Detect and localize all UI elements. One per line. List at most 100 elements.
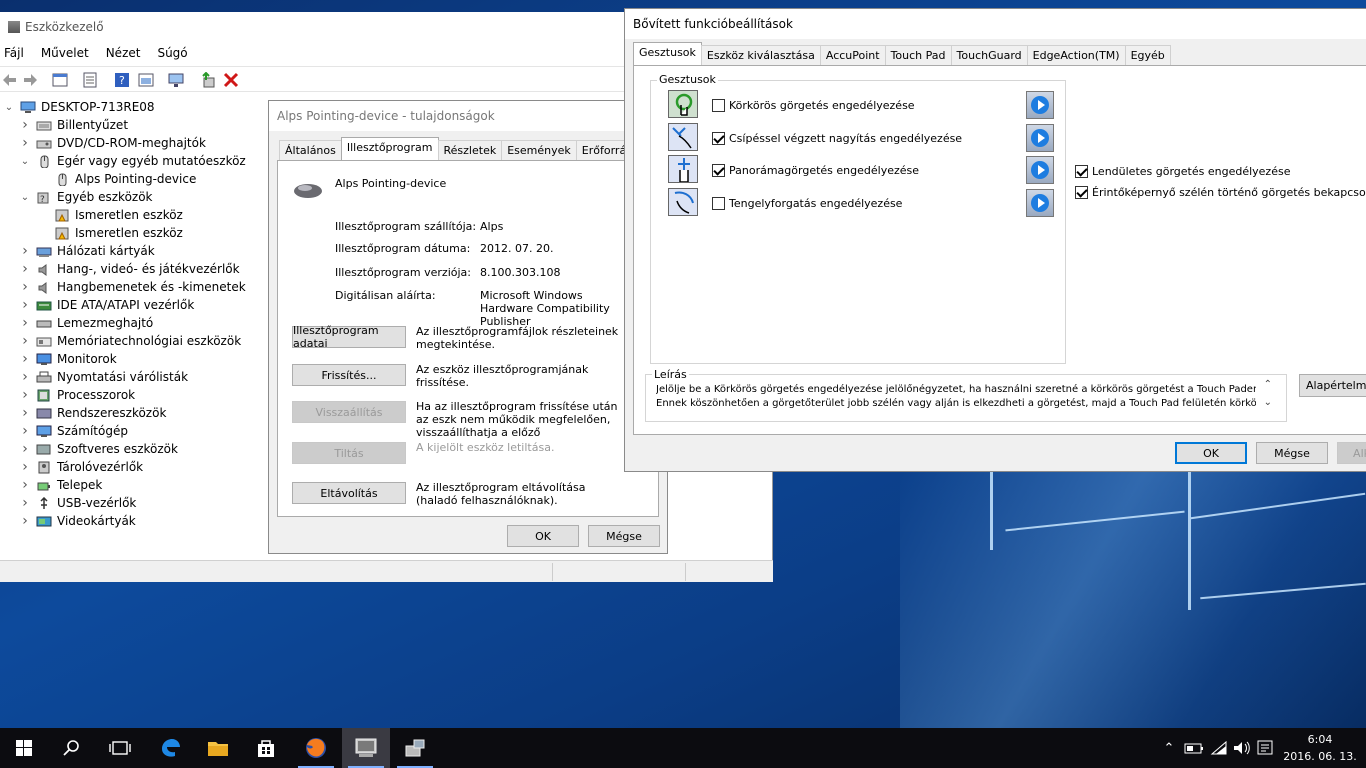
advanced-apply-button[interactable]: Alk	[1337, 442, 1366, 464]
tab-touchguard[interactable]: TouchGuard	[950, 45, 1028, 65]
tree-item[interactable]: › Hálózati kártyák	[20, 242, 155, 260]
gesture-checkbox[interactable]	[712, 99, 725, 112]
tab-driver[interactable]: Illesztőprogram	[340, 137, 439, 160]
store-button[interactable]	[242, 728, 290, 768]
gesture-checkbox[interactable]	[712, 197, 725, 210]
menu-view[interactable]: Nézet	[106, 46, 141, 60]
uninstall-icon[interactable]	[223, 72, 239, 88]
chevron-right-icon[interactable]: ›	[20, 261, 30, 277]
tree-item[interactable]: Ismeretlen eszköz	[38, 206, 183, 224]
chevron-right-icon[interactable]: ›	[20, 441, 30, 457]
play-demo-button[interactable]	[1026, 156, 1054, 184]
tab-touch-pad[interactable]: Touch Pad	[884, 45, 952, 65]
wifi-icon[interactable]	[1210, 740, 1230, 756]
description-scroll-down[interactable]: ⌄	[1264, 397, 1272, 408]
chevron-right-icon[interactable]: ›	[20, 459, 30, 475]
update-driver-button[interactable]: Frissítés...	[292, 364, 406, 386]
play-demo-button[interactable]	[1026, 189, 1054, 217]
tree-item[interactable]: Ismeretlen eszköz	[38, 224, 183, 242]
tab-details[interactable]: Részletek	[437, 140, 503, 160]
gesture-checkbox[interactable]	[712, 164, 725, 177]
tree-item[interactable]: › USB-vezérlők	[20, 494, 136, 512]
rollback-driver-button[interactable]: Visszaállítás	[292, 401, 406, 423]
control-app-taskbar-button[interactable]	[391, 728, 439, 768]
driver-details-button[interactable]: Illesztőprogram adatai	[292, 324, 406, 350]
search-button[interactable]	[48, 728, 96, 768]
tree-item[interactable]: › Számítógép	[20, 422, 128, 440]
tab-general[interactable]: Általános	[279, 140, 342, 160]
advanced-ok-button[interactable]: OK	[1175, 442, 1247, 464]
chevron-right-icon[interactable]: ›	[20, 369, 30, 385]
device-manager-taskbar-button[interactable]	[342, 728, 390, 768]
tab-events[interactable]: Események	[501, 140, 577, 160]
chevron-right-icon[interactable]: ›	[20, 513, 30, 529]
gesture-option[interactable]: Tengelyforgatás engedélyezése	[712, 197, 902, 210]
tree-item[interactable]: › Memóriatechnológiai eszközök	[20, 332, 241, 350]
notifications-button[interactable]	[1360, 728, 1366, 768]
chevron-right-icon[interactable]: ›	[20, 387, 30, 403]
disable-device-button[interactable]: Tiltás	[292, 442, 406, 464]
chevron-down-icon[interactable]: ⌄	[4, 102, 14, 113]
menu-action[interactable]: Művelet	[41, 46, 89, 60]
advanced-cancel-button[interactable]: Mégse	[1256, 442, 1328, 464]
chevron-right-icon[interactable]: ›	[20, 117, 30, 133]
side-option-checkbox[interactable]	[1075, 186, 1088, 199]
firefox-button[interactable]	[292, 728, 340, 768]
file-explorer-button[interactable]	[194, 728, 242, 768]
menu-file[interactable]: Fájl	[4, 46, 24, 60]
tree-item[interactable]: › DVD/CD-ROM-meghajtók	[20, 134, 206, 152]
side-option[interactable]: Lendületes görgetés engedélyezése	[1075, 165, 1290, 178]
chevron-right-icon[interactable]: ›	[20, 495, 30, 511]
tree-item[interactable]: › IDE ATA/ATAPI vezérlők	[20, 296, 194, 314]
tree-root[interactable]: ⌄ DESKTOP-713RE08	[4, 98, 155, 116]
tab-edgeaction[interactable]: EdgeAction(TM)	[1026, 45, 1126, 65]
properties-cancel-button[interactable]: Mégse	[588, 525, 660, 547]
tree-item[interactable]: ⌄? Egyéb eszközök	[20, 188, 153, 206]
tree-item[interactable]: › Monitorok	[20, 350, 116, 368]
volume-icon[interactable]	[1232, 740, 1252, 756]
chevron-right-icon[interactable]: ›	[20, 243, 30, 259]
back-arrow-icon[interactable]	[2, 72, 18, 88]
scan-hardware-icon[interactable]	[168, 72, 186, 88]
show-hidden-icon[interactable]	[138, 72, 154, 88]
tree-item[interactable]: › Telepek	[20, 476, 102, 494]
chevron-right-icon[interactable]: ›	[20, 297, 30, 313]
tree-item[interactable]: › Billentyűzet	[20, 116, 128, 134]
chevron-down-icon[interactable]: ⌄	[20, 192, 30, 203]
uninstall-button[interactable]: Eltávolítás	[292, 482, 406, 504]
forward-arrow-icon[interactable]	[22, 72, 38, 88]
tree-item[interactable]: Alps Pointing-device	[38, 170, 196, 188]
list-view-icon[interactable]	[82, 72, 98, 88]
edge-browser-button[interactable]	[146, 728, 194, 768]
chevron-up-icon[interactable]: ⌃	[1160, 741, 1178, 756]
gesture-option[interactable]: Körkörös görgetés engedélyezése	[712, 99, 915, 112]
gesture-checkbox[interactable]	[712, 132, 725, 145]
tree-item[interactable]: › Nyomtatási várólisták	[20, 368, 188, 386]
tree-item[interactable]: › Processzorok	[20, 386, 135, 404]
start-button[interactable]	[0, 728, 48, 768]
chevron-right-icon[interactable]: ›	[20, 333, 30, 349]
battery-icon[interactable]	[1184, 741, 1206, 755]
tab-other[interactable]: Egyéb	[1124, 45, 1171, 65]
description-scroll-up[interactable]: ⌃	[1264, 379, 1272, 390]
chevron-right-icon[interactable]: ›	[20, 279, 30, 295]
side-option-checkbox[interactable]	[1075, 165, 1088, 178]
properties-view-icon[interactable]	[52, 72, 68, 88]
chevron-right-icon[interactable]: ›	[20, 315, 30, 331]
input-language-icon[interactable]	[1256, 740, 1276, 756]
tree-item[interactable]: › Szoftveres eszközök	[20, 440, 178, 458]
menu-help[interactable]: Súgó	[157, 46, 187, 60]
chevron-right-icon[interactable]: ›	[20, 405, 30, 421]
chevron-right-icon[interactable]: ›	[20, 135, 30, 151]
tree-item[interactable]: › Rendszereszközök	[20, 404, 166, 422]
tree-item[interactable]: ⌄ Egér vagy egyéb mutatóeszköz	[20, 152, 246, 170]
tab-accupoint[interactable]: AccuPoint	[819, 45, 886, 65]
gesture-option[interactable]: Csípéssel végzett nagyítás engedélyezése	[712, 132, 962, 145]
clock[interactable]: 6:04 2016. 06. 13.	[1280, 731, 1360, 765]
gesture-option[interactable]: Panorámagörgetés engedélyezése	[712, 164, 919, 177]
tree-item[interactable]: › Tárolóvezérlők	[20, 458, 143, 476]
tree-item[interactable]: › Videokártyák	[20, 512, 136, 530]
update-driver-icon[interactable]	[200, 72, 216, 88]
tab-device-select[interactable]: Eszköz kiválasztása	[700, 45, 821, 65]
chevron-right-icon[interactable]: ›	[20, 477, 30, 493]
